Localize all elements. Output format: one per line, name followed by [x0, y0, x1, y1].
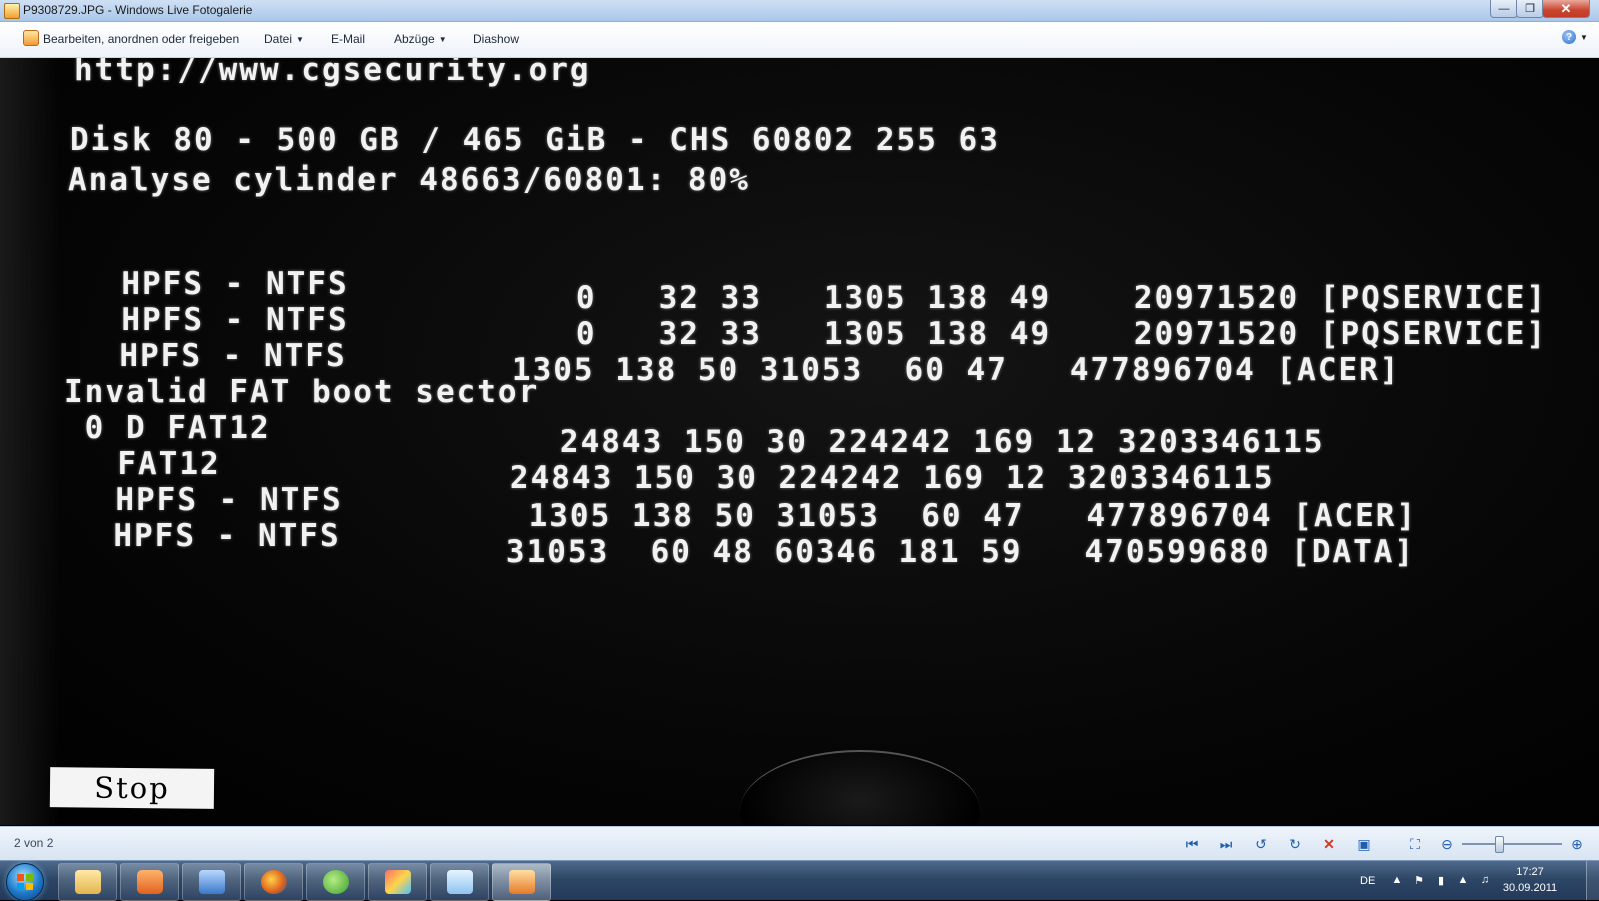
actual-size-icon[interactable]: ⛶	[1404, 834, 1426, 854]
screen-text-line: Analyse cylinder 48663/60801: 80%	[68, 162, 750, 198]
clock-time: 17:27	[1516, 866, 1544, 878]
file-menu-label: Datei	[264, 32, 293, 46]
firefox-icon	[260, 870, 287, 894]
media-player-icon	[136, 870, 163, 894]
chevron-down-icon: ▼	[296, 35, 304, 44]
chevron-down-icon: ▼	[438, 35, 447, 44]
edit-organize-share-label: Bearbeiten, anordnen oder freigeben	[43, 32, 240, 46]
rotate-right-icon[interactable]: ↻	[1284, 834, 1306, 854]
clock[interactable]: 17:27 30.09.2011	[1500, 864, 1560, 896]
monitor-reflection	[740, 750, 980, 825]
prints-menu[interactable]: Abzüge ▼	[394, 32, 447, 46]
taskbar-media-player[interactable]	[120, 863, 179, 901]
screen-text-line: Invalid FAT boot sector	[64, 374, 540, 410]
screen-text-line: 24843 150 30 224242 169 12 3203346115	[64, 424, 1325, 460]
prints-menu-label: Abzüge	[394, 32, 435, 46]
network-icon[interactable]: ▲	[1456, 873, 1470, 887]
screen-text-line: http://www.cgsecurity.org	[74, 58, 591, 88]
zoom-slider-thumb[interactable]	[1495, 836, 1504, 853]
title-bar: P9308729.JPG - Windows Live Fotogalerie …	[0, 0, 1599, 22]
rotate-left-icon[interactable]: ↺	[1250, 834, 1272, 854]
photo-viewer: http://www.cgsecurity.org Disk 80 - 500 …	[0, 58, 1599, 825]
window-title: P9308729.JPG - Windows Live Fotogalerie	[23, 3, 253, 17]
action-center-icon[interactable]: ⚑	[1412, 873, 1426, 887]
taskbar-paint[interactable]	[368, 863, 427, 901]
slideshow-menu[interactable]: Diashow	[473, 32, 519, 46]
edit-organize-share-menu[interactable]: Bearbeiten, anordnen oder freigeben	[43, 32, 239, 46]
screen-text-line: Disk 80 - 500 GB / 465 GiB - CHS 60802 2…	[70, 122, 1000, 158]
zoom-in-icon[interactable]: ⊕	[1566, 834, 1588, 854]
start-button[interactable]	[6, 863, 44, 901]
taskbar-firefox[interactable]	[244, 863, 303, 901]
taskbar-notes[interactable]	[430, 863, 489, 901]
page-count: 2 von 2	[14, 836, 54, 850]
zoom-out-icon[interactable]: ⊖	[1436, 834, 1458, 854]
photo-editor-icon	[198, 870, 225, 894]
slideshow-icon[interactable]: ▣	[1353, 834, 1375, 854]
notes-icon	[446, 870, 473, 894]
minimize-button[interactable]: —	[1490, 0, 1518, 18]
edit-organize-share-icon	[23, 30, 39, 46]
explorer-icon	[74, 870, 101, 894]
next-icon[interactable]: ⏭	[1215, 834, 1237, 854]
taskbar: DE ▲ ⚑ ▮ ▲ ♫ 17:27 30.09.2011	[0, 860, 1599, 901]
previous-icon[interactable]: ⏮	[1181, 834, 1203, 854]
help-icon[interactable]: ?	[1562, 30, 1576, 44]
volume-icon[interactable]: ♫	[1478, 873, 1492, 887]
menu-bar: Bearbeiten, anordnen oder freigeben Date…	[0, 22, 1599, 58]
photo-gallery-icon	[508, 870, 535, 894]
zoom-slider[interactable]	[1462, 843, 1562, 845]
stop-label: Stop	[49, 767, 215, 809]
screen-text-line: 31053 60 48 60346 181 59 470599680 [DATA…	[72, 534, 1416, 570]
close-button[interactable]: ✕	[1542, 0, 1590, 18]
paint-icon	[384, 870, 411, 894]
slideshow-menu-label: Diashow	[473, 32, 520, 46]
file-menu[interactable]: Datei ▼	[264, 32, 304, 46]
close-icon: ✕	[1560, 0, 1572, 16]
minimize-icon: —	[1498, 2, 1510, 15]
language-indicator[interactable]: DE	[1360, 861, 1375, 900]
taskbar-photo-editor[interactable]	[182, 863, 241, 901]
delete-icon[interactable]: ✕	[1318, 834, 1340, 854]
clock-date: 30.09.2011	[1502, 882, 1558, 894]
maximize-button[interactable]: ❐	[1516, 0, 1544, 18]
messenger-icon	[322, 870, 349, 894]
show-hidden-icons-icon[interactable]: ▲	[1390, 873, 1404, 887]
restore-icon: ❐	[1525, 3, 1535, 15]
show-desktop-button[interactable]	[1586, 861, 1599, 900]
chevron-down-icon[interactable]: ▼	[1580, 33, 1588, 42]
taskbar-photo-gallery[interactable]	[492, 863, 551, 901]
photo-gallery-app-icon	[4, 3, 20, 19]
taskbar-messenger[interactable]	[306, 863, 365, 901]
email-menu-label: E-Mail	[331, 32, 366, 46]
taskbar-explorer[interactable]	[58, 863, 117, 901]
power-icon[interactable]: ▮	[1434, 873, 1448, 887]
email-menu[interactable]: E-Mail	[331, 32, 365, 46]
viewer-toolbar: 2 von 2 ⏮ ⏭ ↺ ↻ ✕ ▣ ⛶ ⊖ ⊕	[0, 826, 1599, 861]
